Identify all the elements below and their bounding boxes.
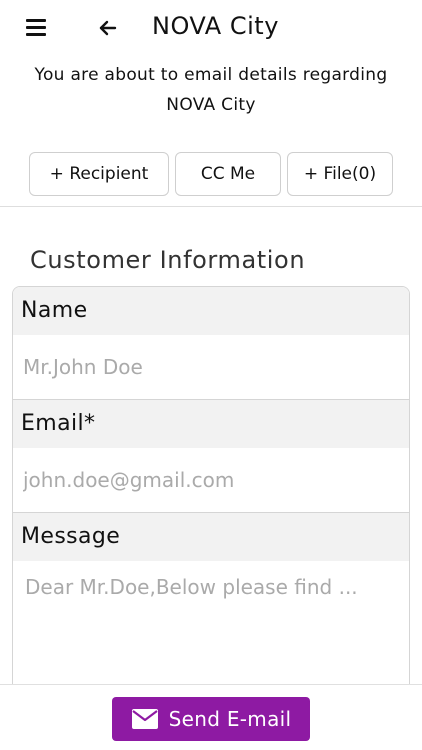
envelope-icon <box>131 708 159 730</box>
name-input[interactable] <box>13 335 409 399</box>
cc-me-button[interactable]: CC Me <box>175 152 281 196</box>
name-label: Name <box>13 287 409 335</box>
email-input[interactable] <box>13 448 409 512</box>
divider <box>0 206 422 207</box>
message-textarea[interactable] <box>13 561 409 701</box>
page-title: NOVA City <box>152 12 279 40</box>
email-label: Email* <box>13 400 409 448</box>
app-header: NOVA City <box>0 0 422 58</box>
footer-bar: Send E-mail <box>0 684 422 750</box>
send-email-button[interactable]: Send E-mail <box>112 697 310 741</box>
add-recipient-button[interactable]: + Recipient <box>29 152 169 196</box>
message-label: Message <box>13 513 409 561</box>
section-title: Customer Information <box>30 246 306 274</box>
hamburger-menu-icon[interactable] <box>26 19 46 37</box>
send-email-label: Send E-mail <box>168 707 292 731</box>
customer-form: Name Email* Message <box>12 286 410 706</box>
intro-text: You are about to email details regarding… <box>0 60 422 120</box>
add-file-button[interactable]: + File(0) <box>287 152 393 196</box>
back-arrow-icon[interactable] <box>97 16 119 40</box>
intro-line-1: You are about to email details regarding <box>34 65 388 85</box>
intro-line-2: NOVA City <box>166 95 256 115</box>
